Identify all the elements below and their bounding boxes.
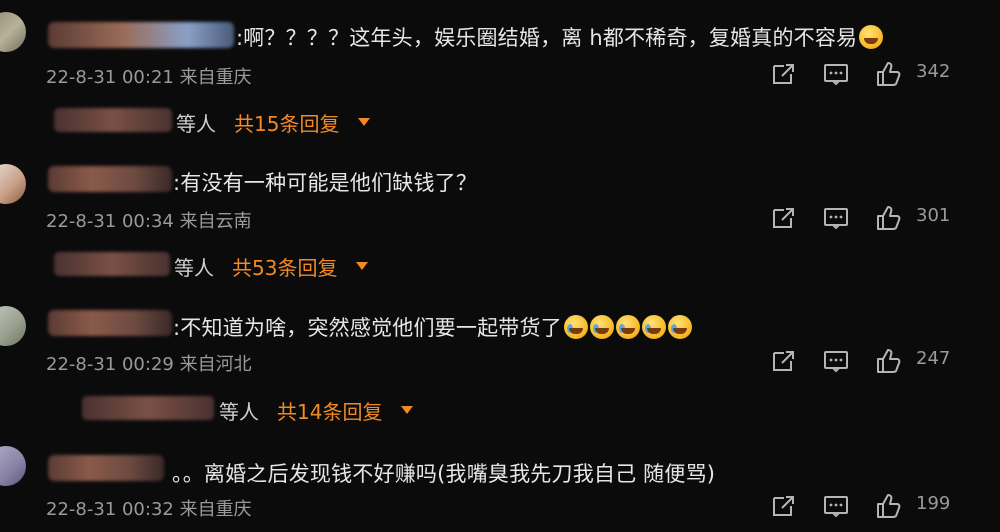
comment-meta: 22-8-31 00:29 来自河北 — [46, 350, 252, 376]
comment-location: 来自重庆 — [179, 67, 252, 88]
replier-names-blurred — [54, 108, 172, 132]
comment-text-content: :啊？？？？这年头，娱乐圈结婚，离 h都不稀奇，复婚真的不容易 — [236, 26, 858, 50]
avatar[interactable] — [0, 446, 26, 486]
username-blurred[interactable] — [48, 166, 172, 192]
like-count: 342 — [916, 61, 951, 82]
comment-date: 22-8-31 00:29 — [46, 354, 174, 375]
comment-actions: 342 — [770, 60, 1000, 90]
comment-actions: 301 — [770, 204, 1000, 234]
crying-laughing-emoji-icon — [641, 315, 666, 339]
comment-text-content: :不知道为啥，突然感觉他们要一起带货了 — [173, 316, 562, 340]
share-icon[interactable] — [770, 347, 798, 375]
comment-text: :有没有一种可能是他们缺钱了？ — [173, 167, 477, 197]
comment-location: 来自河北 — [179, 354, 252, 375]
reply-summary[interactable]: 等人 共53条回复 — [0, 252, 400, 280]
replier-names-blurred — [82, 396, 214, 420]
comment-text-content: 。。离婚之后发现钱不好赚吗(我嘴臭我先刀我自己 随便骂) — [172, 462, 716, 486]
comment-text: 。。离婚之后发现钱不好赚吗(我嘴臭我先刀我自己 随便骂) — [172, 458, 715, 488]
comment-location: 来自重庆 — [179, 499, 252, 520]
comment-icon[interactable] — [822, 204, 850, 232]
reply-people-label: 等人 — [219, 400, 259, 424]
comment-icon[interactable] — [822, 347, 850, 375]
share-icon[interactable] — [770, 60, 798, 88]
comment-meta: 22-8-31 00:34 来自云南 — [46, 207, 252, 233]
reply-people-label: 等人 — [176, 112, 216, 136]
reply-total-link[interactable]: 共15条回复 — [234, 108, 339, 137]
reply-summary[interactable]: 等人 共14条回复 — [0, 396, 430, 424]
comment-text: :不知道为啥，突然感觉他们要一起带货了 — [173, 312, 692, 342]
username-blurred[interactable] — [48, 455, 164, 481]
comment-date: 22-8-31 00:21 — [46, 67, 174, 88]
grinning-sweat-emoji-icon — [859, 25, 884, 49]
crying-laughing-emoji-icon — [589, 315, 614, 339]
comment-icon[interactable] — [822, 492, 850, 520]
chevron-down-icon[interactable] — [358, 118, 370, 126]
comment-date: 22-8-31 00:34 — [46, 211, 174, 232]
like-count: 247 — [916, 348, 951, 369]
reply-total-link[interactable]: 共53条回复 — [232, 252, 337, 281]
comment-text: :啊？？？？这年头，娱乐圈结婚，离 h都不稀奇，复婚真的不容易 — [236, 22, 884, 52]
reply-people-label: 等人 — [174, 256, 214, 280]
comment-actions: 247 — [770, 347, 1000, 377]
username-blurred[interactable] — [48, 310, 172, 336]
like-icon[interactable] — [874, 492, 902, 520]
share-icon[interactable] — [770, 204, 798, 232]
avatar[interactable] — [0, 306, 26, 346]
chevron-down-icon[interactable] — [356, 262, 368, 270]
share-icon[interactable] — [770, 492, 798, 520]
reply-summary[interactable]: 等人 共15条回复 — [0, 108, 400, 136]
crying-laughing-emoji-icon — [615, 315, 640, 339]
like-count: 301 — [916, 205, 951, 226]
crying-laughing-emoji-icon — [563, 315, 588, 339]
comment-meta: 22-8-31 00:32 来自重庆 — [46, 495, 252, 521]
crying-laughing-emoji-icon — [667, 315, 692, 339]
comment-location: 来自云南 — [179, 211, 252, 232]
chevron-down-icon[interactable] — [401, 406, 413, 414]
username-blurred[interactable] — [48, 22, 234, 48]
comment-meta: 22-8-31 00:21 来自重庆 — [46, 63, 252, 89]
comment-text-content: :有没有一种可能是他们缺钱了？ — [173, 171, 478, 195]
comment-icon[interactable] — [822, 60, 850, 88]
avatar[interactable] — [0, 164, 26, 204]
reply-total-link[interactable]: 共14条回复 — [277, 396, 382, 425]
like-icon[interactable] — [874, 60, 902, 88]
comment-actions: 199 — [770, 492, 1000, 522]
comment-date: 22-8-31 00:32 — [46, 499, 174, 520]
like-count: 199 — [916, 493, 951, 514]
replier-names-blurred — [54, 252, 170, 276]
like-icon[interactable] — [874, 347, 902, 375]
like-icon[interactable] — [874, 204, 902, 232]
avatar[interactable] — [0, 12, 26, 52]
